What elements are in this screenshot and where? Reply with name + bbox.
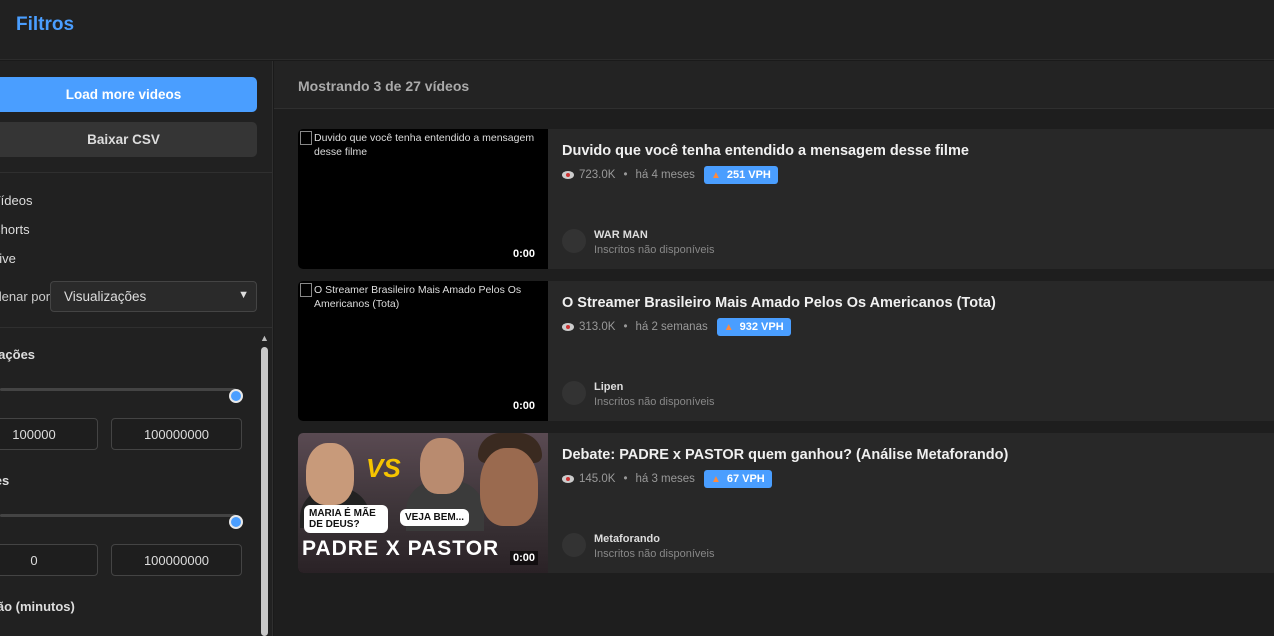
filters-sidebar: Load more videos Baixar CSV Vídeos Short… xyxy=(0,61,273,636)
flame-icon: ▲ xyxy=(723,321,734,333)
video-card[interactable]: VS MARIA É MÃE DE DEUS? VEJA BEM... PADR… xyxy=(298,433,1274,573)
likes-range-track[interactable] xyxy=(0,514,236,517)
results-summary-bar: Mostrando 3 de 27 vídeos xyxy=(274,61,1274,109)
thumbnail-vs-text: VS xyxy=(366,453,401,483)
type-live-checkbox[interactable]: Live xyxy=(0,251,16,266)
scrollbar-thumb[interactable] xyxy=(261,347,268,636)
subscriber-count: Inscritos não disponíveis xyxy=(594,244,715,256)
views-range-handle[interactable] xyxy=(229,389,243,403)
results-count: Mostrando 3 de 27 vídeos xyxy=(298,78,470,94)
thumbnail-alt-text: O Streamer Brasileiro Mais Amado Pelos O… xyxy=(314,284,522,310)
thumbnail-bubble: VEJA BEM... xyxy=(400,509,470,526)
separator-dot: • xyxy=(623,321,628,333)
vph-badge: ▲ 67 VPH xyxy=(703,470,772,488)
top-bar: Filtros xyxy=(0,0,1274,60)
sort-label: Ordenar por: xyxy=(0,289,54,304)
chevron-down-icon: ▼ xyxy=(238,289,249,301)
video-card[interactable]: Duvido que você tenha entendido a mensag… xyxy=(298,129,1274,269)
video-meta: 723.0K • há 4 meses ▲ 251 VPH xyxy=(562,166,778,184)
likes-range-handle[interactable] xyxy=(229,515,243,529)
vph-value: 932 VPH xyxy=(739,321,784,333)
broken-image-icon xyxy=(300,283,312,297)
sort-select[interactable]: Visualizações ▼ xyxy=(50,281,257,312)
type-videos-checkbox[interactable]: Vídeos xyxy=(0,193,32,208)
views-filter-title: Visualizações xyxy=(0,347,36,362)
sidebar-scrollbar[interactable]: ▲ xyxy=(259,333,269,636)
video-meta: 313.0K • há 2 semanas ▲ 932 VPH xyxy=(562,318,791,336)
video-duration: 0:00 xyxy=(509,247,538,261)
likes-min-input[interactable]: 0 xyxy=(0,544,98,576)
thumbnail-alt-text: Duvido que você tenha entendido a mensag… xyxy=(314,132,535,158)
channel-avatar[interactable] xyxy=(562,381,586,405)
views-min-input[interactable]: 100000 xyxy=(0,418,98,450)
video-meta: 145.0K • há 3 meses ▲ 67 VPH xyxy=(562,470,772,488)
upload-age: há 4 meses xyxy=(635,169,695,181)
video-title[interactable]: Debate: PADRE x PASTOR quem ganhou? (Aná… xyxy=(562,447,1008,463)
broken-image-icon xyxy=(300,131,312,145)
video-results: Mostrando 3 de 27 vídeos Duvido que você… xyxy=(274,61,1274,636)
views-range-track[interactable] xyxy=(0,388,236,391)
flame-icon: ▲ xyxy=(710,473,721,485)
view-count: 723.0K xyxy=(579,169,616,181)
separator-dot: • xyxy=(623,169,628,181)
vph-value: 67 VPH xyxy=(726,473,765,485)
view-count: 145.0K xyxy=(579,473,616,485)
channel-name[interactable]: Lipen xyxy=(594,381,623,393)
likes-filter-title: Likes xyxy=(0,473,10,488)
eye-icon xyxy=(562,171,574,179)
thumbnail-caption: PADRE X PASTOR xyxy=(302,537,500,560)
subscriber-count: Inscritos não disponíveis xyxy=(594,396,715,408)
separator-dot: • xyxy=(623,473,628,485)
vph-badge: ▲ 932 VPH xyxy=(716,318,791,336)
eye-icon xyxy=(562,475,574,483)
divider xyxy=(0,327,272,328)
video-title[interactable]: O Streamer Brasileiro Mais Amado Pelos O… xyxy=(562,295,996,311)
likes-max-input[interactable]: 100000000 xyxy=(111,544,242,576)
upload-age: há 3 meses xyxy=(635,473,695,485)
channel-avatar[interactable] xyxy=(562,229,586,253)
vph-value: 251 VPH xyxy=(726,169,771,181)
flame-icon: ▲ xyxy=(710,169,721,181)
vph-badge: ▲ 251 VPH xyxy=(703,166,778,184)
video-duration: 0:00 xyxy=(509,399,538,413)
views-max-input[interactable]: 100000000 xyxy=(111,418,242,450)
channel-name[interactable]: Metaforando xyxy=(594,533,660,545)
eye-icon xyxy=(562,323,574,331)
download-csv-button[interactable]: Baixar CSV xyxy=(0,122,257,157)
video-thumbnail[interactable]: Duvido que você tenha entendido a mensag… xyxy=(298,129,548,269)
type-shorts-checkbox[interactable]: Shorts xyxy=(0,222,30,237)
video-duration: 0:00 xyxy=(509,551,538,565)
video-thumbnail[interactable]: VS MARIA É MÃE DE DEUS? VEJA BEM... PADR… xyxy=(298,433,548,573)
subscriber-count: Inscritos não disponíveis xyxy=(594,548,715,560)
thumbnail-bubble: MARIA É MÃE DE DEUS? xyxy=(304,505,388,533)
video-thumbnail[interactable]: O Streamer Brasileiro Mais Amado Pelos O… xyxy=(298,281,548,421)
view-count: 313.0K xyxy=(579,321,616,333)
load-more-button[interactable]: Load more videos xyxy=(0,77,257,112)
scroll-up-arrow-icon[interactable]: ▲ xyxy=(260,333,269,343)
divider xyxy=(0,172,272,173)
channel-name[interactable]: WAR MAN xyxy=(594,229,648,241)
sort-select-value: Visualizações xyxy=(64,289,147,304)
duration-filter-title: Duração (minutos) xyxy=(0,599,75,614)
page-title: Filtros xyxy=(16,14,75,35)
video-title[interactable]: Duvido que você tenha entendido a mensag… xyxy=(562,143,969,159)
video-card[interactable]: O Streamer Brasileiro Mais Amado Pelos O… xyxy=(298,281,1274,421)
upload-age: há 2 semanas xyxy=(635,321,708,333)
channel-avatar[interactable] xyxy=(562,533,586,557)
